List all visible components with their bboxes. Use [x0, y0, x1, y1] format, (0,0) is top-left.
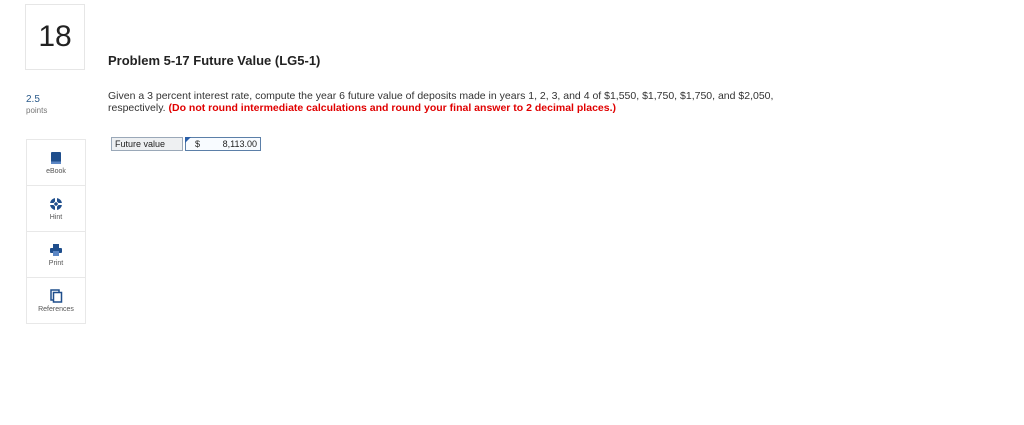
- problem-title: Problem 5-17 Future Value (LG5-1): [108, 53, 321, 68]
- book-icon: [51, 151, 61, 164]
- future-value-input[interactable]: $ 8,113.00: [185, 137, 261, 151]
- printer-icon: [50, 243, 62, 256]
- future-value-text: 8,113.00: [222, 139, 257, 149]
- answer-row: Future value $ 8,113.00: [111, 137, 261, 151]
- points-info: 2.5 points: [26, 95, 47, 116]
- points-label: points: [26, 106, 48, 115]
- points-value: 2.5: [26, 94, 40, 105]
- hint-button[interactable]: Hint: [27, 186, 85, 232]
- references-button[interactable]: References: [27, 278, 85, 323]
- question-number-text: 18: [38, 20, 72, 53]
- print-label: Print: [48, 259, 64, 267]
- ebook-label: eBook: [46, 167, 66, 175]
- problem-body: Given a 3 percent interest rate, compute…: [108, 90, 818, 114]
- answer-label: Future value: [111, 137, 183, 151]
- copy-icon: [50, 288, 63, 303]
- ebook-button[interactable]: eBook: [27, 140, 85, 186]
- hint-label: Hint: [49, 213, 63, 221]
- question-number: 18: [25, 4, 85, 70]
- flag-icon: [185, 137, 191, 143]
- print-button[interactable]: Print: [27, 232, 85, 278]
- tools-panel: eBook Hint Print References: [26, 139, 86, 324]
- problem-instruction: (Do not round intermediate calculations …: [168, 102, 617, 114]
- references-label: References: [38, 305, 74, 313]
- lifebuoy-icon: [49, 197, 63, 210]
